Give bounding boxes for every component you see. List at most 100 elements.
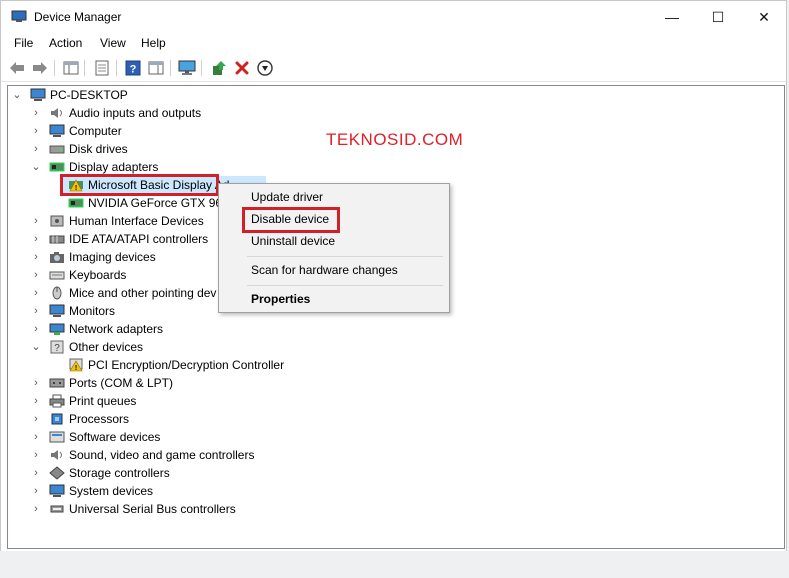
device-tree[interactable]: ⌄ PC-DESKTOP › Audio inputs and outputs … xyxy=(7,85,785,549)
chevron-right-icon[interactable]: › xyxy=(31,107,41,119)
tree-item-label: System devices xyxy=(69,484,154,498)
chevron-right-icon[interactable]: › xyxy=(31,431,41,443)
context-scan-hardware[interactable]: Scan for hardware changes xyxy=(251,263,398,277)
svg-text:?: ? xyxy=(130,64,137,76)
chevron-right-icon[interactable]: › xyxy=(31,323,41,335)
menu-file[interactable]: File xyxy=(14,36,33,50)
forward-icon[interactable] xyxy=(31,59,49,77)
chevron-right-icon[interactable]: › xyxy=(31,305,41,317)
monitor-icon xyxy=(49,304,65,317)
uninstall-icon[interactable] xyxy=(233,59,251,77)
tree-item-processors[interactable]: › Processors xyxy=(8,410,308,428)
unknown-device-icon: ? xyxy=(50,340,64,354)
chevron-right-icon[interactable]: › xyxy=(31,503,41,515)
action-pane-icon[interactable] xyxy=(147,59,165,77)
tree-item-network-adapters[interactable]: › Network adapters xyxy=(8,320,308,338)
watermark-text: TEKNOSID.COM xyxy=(326,130,464,149)
toolbar-separator xyxy=(54,60,55,76)
menu-action[interactable]: Action xyxy=(49,36,82,50)
tree-item-label: Processors xyxy=(69,412,130,426)
menu-help[interactable]: Help xyxy=(141,36,166,50)
toolbar-separator xyxy=(170,60,171,76)
chevron-right-icon[interactable]: › xyxy=(31,233,41,245)
toolbar-separator xyxy=(201,60,202,76)
chevron-right-icon[interactable]: › xyxy=(31,377,41,389)
tree-item-computer[interactable]: › Computer xyxy=(8,122,308,140)
chevron-down-icon[interactable]: ⌄ xyxy=(12,89,22,101)
tree-item-pci-encryption-controller[interactable]: ! PCI Encryption/Decryption Controller xyxy=(8,356,328,374)
tree-item-label: Ports (COM & LPT) xyxy=(69,376,174,390)
minimize-button[interactable]: — xyxy=(649,1,695,33)
chevron-right-icon[interactable]: › xyxy=(31,251,41,263)
chevron-right-icon[interactable]: › xyxy=(31,125,41,137)
menu-view[interactable]: View xyxy=(100,36,126,50)
tree-root[interactable]: ⌄ PC-DESKTOP xyxy=(8,86,308,104)
context-uninstall-device[interactable]: Uninstall device xyxy=(251,234,335,248)
tree-item-other-devices[interactable]: ⌄ ? Other devices xyxy=(8,338,308,356)
close-button[interactable]: ✕ xyxy=(741,1,787,33)
title-bar[interactable]: Device Manager — ☐ ✕ xyxy=(1,1,786,33)
chevron-right-icon[interactable]: › xyxy=(31,485,41,497)
tree-item-label: Imaging devices xyxy=(69,250,156,264)
chevron-right-icon[interactable]: › xyxy=(31,395,41,407)
tree-item-disk-drives[interactable]: › Disk drives xyxy=(8,140,308,158)
tree-item-storage-controllers[interactable]: › Storage controllers xyxy=(8,464,308,482)
chevron-right-icon[interactable]: › xyxy=(31,413,41,425)
tree-item-label: Storage controllers xyxy=(69,466,170,480)
chevron-down-icon[interactable]: ⌄ xyxy=(31,161,41,173)
usb-icon xyxy=(50,505,64,513)
tree-item-label: Sound, video and game controllers xyxy=(69,448,255,462)
chevron-down-icon[interactable]: ⌄ xyxy=(31,341,41,353)
highlight-box-disable-device xyxy=(242,207,340,233)
update-driver-icon[interactable] xyxy=(210,59,228,77)
tree-item-audio[interactable]: › Audio inputs and outputs xyxy=(8,104,308,122)
show-hide-console-tree-icon[interactable] xyxy=(62,59,80,77)
tree-item-ports[interactable]: › Ports (COM & LPT) xyxy=(8,374,308,392)
tree-item-usb-controllers[interactable]: › Universal Serial Bus controllers xyxy=(8,500,308,518)
system-device-icon xyxy=(49,484,65,497)
context-separator xyxy=(247,256,443,257)
tree-item-print-queues[interactable]: › Print queues xyxy=(8,392,308,410)
network-adapter-icon xyxy=(49,323,65,335)
tree-item-label: Keyboards xyxy=(69,268,127,282)
tree-item-sound-video[interactable]: › Sound, video and game controllers xyxy=(8,446,308,464)
tree-item-label: Human Interface Devices xyxy=(69,214,204,228)
tree-item-label: IDE ATA/ATAPI controllers xyxy=(69,232,209,246)
processor-icon xyxy=(51,413,63,425)
chevron-right-icon[interactable]: › xyxy=(31,449,41,461)
chevron-right-icon[interactable]: › xyxy=(31,143,41,155)
chevron-right-icon[interactable]: › xyxy=(31,215,41,227)
toolbar-separator xyxy=(116,60,117,76)
computer-icon xyxy=(30,88,46,101)
tree-item-label: Monitors xyxy=(69,304,116,318)
background-strip xyxy=(0,551,789,578)
highlight-box-selected-device xyxy=(60,174,219,196)
back-icon[interactable] xyxy=(8,59,26,77)
properties-icon[interactable] xyxy=(93,59,111,77)
tree-item-label: Computer xyxy=(69,124,122,138)
chevron-right-icon[interactable]: › xyxy=(31,287,41,299)
context-properties[interactable]: Properties xyxy=(251,292,310,306)
mouse-icon xyxy=(52,286,62,300)
toolbar: ? xyxy=(1,55,786,82)
tree-item-system-devices[interactable]: › System devices xyxy=(8,482,308,500)
warning-device-icon: ! xyxy=(69,358,83,372)
tree-root-label: PC-DESKTOP xyxy=(50,88,128,102)
context-menu: Update driver Disable device Uninstall d… xyxy=(218,183,450,313)
tree-item-label: Audio inputs and outputs xyxy=(69,106,202,120)
help-icon[interactable]: ? xyxy=(124,59,142,77)
disable-device-icon[interactable] xyxy=(256,59,274,77)
context-update-driver[interactable]: Update driver xyxy=(251,190,323,204)
chevron-right-icon[interactable]: › xyxy=(31,269,41,281)
camera-icon xyxy=(50,252,64,263)
svg-text:?: ? xyxy=(54,343,60,354)
chevron-right-icon[interactable]: › xyxy=(31,467,41,479)
tree-item-label: Print queues xyxy=(69,394,137,408)
tree-item-label: Network adapters xyxy=(69,322,164,336)
tree-item-software-devices[interactable]: › Software devices xyxy=(8,428,308,446)
maximize-button[interactable]: ☐ xyxy=(695,1,741,33)
hid-icon xyxy=(50,215,64,227)
printer-icon xyxy=(49,394,65,408)
port-icon xyxy=(49,378,65,388)
monitor-icon[interactable] xyxy=(178,59,196,77)
